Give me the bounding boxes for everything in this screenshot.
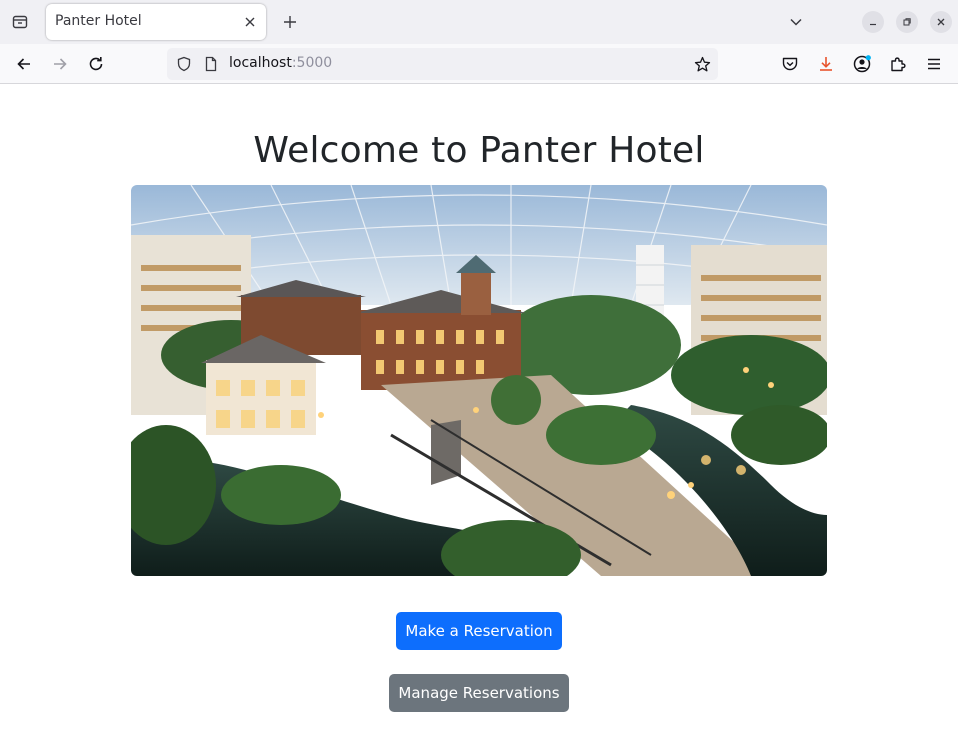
page-icon[interactable] bbox=[202, 55, 220, 73]
tab-list-icon[interactable] bbox=[8, 10, 32, 34]
chevron-down-icon[interactable] bbox=[785, 11, 807, 33]
make-reservation-button[interactable]: Make a Reservation bbox=[396, 612, 562, 650]
minimize-icon[interactable] bbox=[862, 11, 884, 33]
url-text[interactable]: localhost:5000 bbox=[229, 55, 332, 71]
restore-icon[interactable] bbox=[896, 11, 918, 33]
page-title: Welcome to Panter Hotel bbox=[253, 130, 705, 171]
tab-panter-hotel[interactable]: Panter Hotel bbox=[46, 4, 266, 40]
account-icon[interactable] bbox=[850, 52, 874, 76]
url-host: localhost bbox=[229, 55, 292, 71]
arrow-left-icon[interactable] bbox=[12, 52, 36, 76]
puzzle-icon[interactable] bbox=[886, 52, 910, 76]
hamburger-icon[interactable] bbox=[922, 52, 946, 76]
pocket-icon[interactable] bbox=[778, 52, 802, 76]
manage-reservations-button[interactable]: Manage Reservations bbox=[389, 674, 569, 712]
hotel-atrium-photo bbox=[131, 185, 827, 576]
plus-icon[interactable] bbox=[279, 11, 301, 33]
star-icon[interactable] bbox=[693, 55, 711, 73]
close-icon[interactable] bbox=[240, 12, 260, 32]
tab-bar: Panter Hotel bbox=[0, 0, 958, 44]
arrow-right-icon[interactable] bbox=[48, 52, 72, 76]
reload-icon[interactable] bbox=[84, 52, 108, 76]
address-bar[interactable]: localhost:5000 bbox=[167, 48, 718, 80]
shield-icon[interactable] bbox=[175, 55, 193, 73]
tab-title: Panter Hotel bbox=[55, 13, 142, 29]
url-port: :5000 bbox=[291, 55, 333, 71]
navigation-toolbar: localhost:5000 bbox=[0, 44, 958, 84]
download-icon[interactable] bbox=[814, 52, 838, 76]
window-close-icon[interactable] bbox=[930, 11, 952, 33]
